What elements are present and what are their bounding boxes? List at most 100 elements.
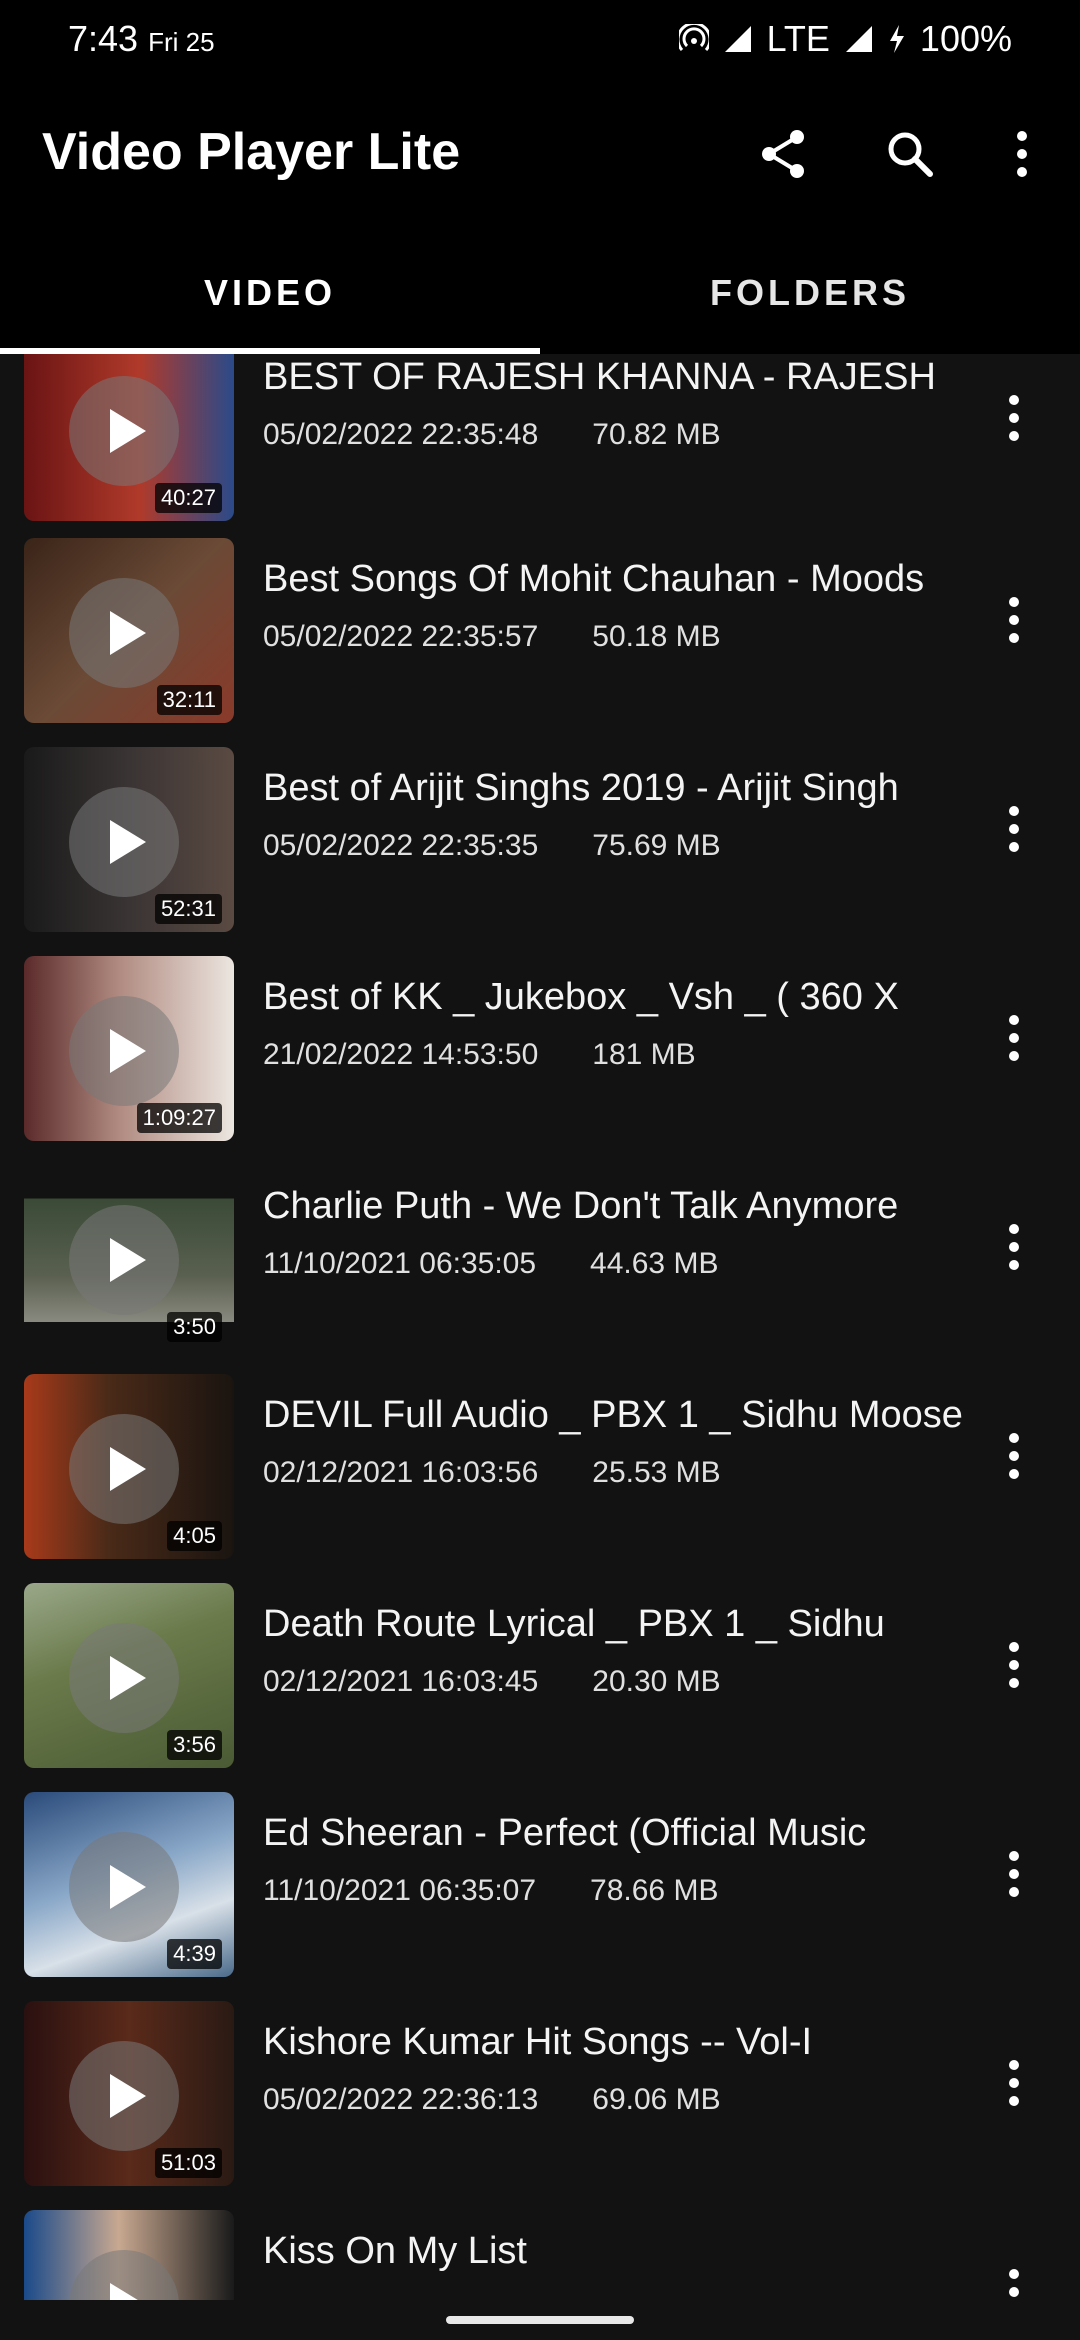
- network-type: LTE: [766, 18, 830, 59]
- more-options-icon[interactable]: [990, 1834, 1038, 1914]
- search-icon[interactable]: [874, 118, 946, 190]
- play-icon: [69, 1832, 179, 1942]
- tab-bar: VIDEO FOLDERS: [0, 232, 1080, 354]
- play-icon: [69, 376, 179, 486]
- more-options-icon[interactable]: [990, 789, 1038, 869]
- status-bar: 7:43 Fri 25 LTE 100%: [0, 0, 1080, 82]
- play-icon: [69, 2041, 179, 2151]
- video-title: Ed Sheeran - Perfect (Official Music: [263, 1812, 867, 1854]
- video-thumbnail[interactable]: 40:27: [24, 354, 234, 521]
- status-date: Fri 25: [148, 27, 215, 57]
- video-date: 05/02/2022 22:36:13: [263, 2083, 539, 2116]
- video-title: BEST OF RAJESH KHANNA - RAJESH: [263, 356, 936, 398]
- home-handle[interactable]: [446, 2316, 634, 2324]
- video-thumbnail[interactable]: [24, 2210, 234, 2300]
- video-thumbnail[interactable]: 3:56: [24, 1583, 234, 1768]
- video-duration: 32:11: [156, 685, 222, 715]
- video-meta: 02/12/2021 16:03:45 20.30 MB: [263, 1665, 721, 1699]
- list-item[interactable]: 4:39 Ed Sheeran - Perfect (Official Musi…: [0, 1792, 1080, 2001]
- more-options-icon[interactable]: [990, 2043, 1038, 2123]
- video-title: Kiss On My List: [263, 2230, 527, 2272]
- video-title: Charlie Puth - We Don't Talk Anymore: [263, 1185, 899, 1227]
- video-duration: 1:09:27: [136, 1103, 222, 1133]
- video-size: 70.82 MB: [592, 418, 721, 451]
- video-meta: 05/02/2022 22:36:13 69.06 MB: [263, 2083, 721, 2117]
- more-options-icon[interactable]: [990, 2252, 1038, 2300]
- list-item[interactable]: 4:05 DEVIL Full Audio _ PBX 1 _ Sidhu Mo…: [0, 1374, 1080, 1583]
- list-item[interactable]: 40:27 BEST OF RAJESH KHANNA - RAJESH 05/…: [0, 354, 1080, 545]
- video-size: 75.69 MB: [592, 829, 721, 862]
- video-date: 21/02/2022 14:53:50: [263, 1038, 539, 1071]
- video-size: 44.63 MB: [590, 1247, 719, 1280]
- video-date: 02/12/2021 16:03:45: [263, 1665, 539, 1698]
- video-title: Best of KK _ Jukebox _ Vsh _ ( 360 X: [263, 976, 899, 1018]
- video-thumbnail[interactable]: 4:39: [24, 1792, 234, 1977]
- video-meta: 05/02/2022 22:35:35 75.69 MB: [263, 829, 721, 863]
- video-size: 69.06 MB: [592, 2083, 721, 2116]
- video-size: 50.18 MB: [592, 620, 721, 653]
- video-duration: 3:56: [167, 1730, 222, 1760]
- video-meta: 05/02/2022 22:35:48 70.82 MB: [263, 418, 721, 452]
- list-item[interactable]: 3:50 Charlie Puth - We Don't Talk Anymor…: [0, 1165, 1080, 1374]
- play-icon: [69, 2250, 179, 2300]
- list-item[interactable]: 52:31 Best of Arijit Singhs 2019 - Ariji…: [0, 747, 1080, 956]
- tab-video[interactable]: VIDEO: [0, 232, 540, 354]
- play-icon: [69, 1623, 179, 1733]
- play-icon: [69, 578, 179, 688]
- list-item[interactable]: 51:03 Kishore Kumar Hit Songs -- Vol-I 0…: [0, 2001, 1080, 2210]
- tab-folders[interactable]: FOLDERS: [540, 232, 1080, 354]
- video-date: 11/10/2021 06:35:05: [263, 1247, 537, 1280]
- more-options-icon[interactable]: [990, 1625, 1038, 1705]
- video-date: 05/02/2022 22:35:35: [263, 829, 539, 862]
- video-title: Death Route Lyrical _ PBX 1 _ Sidhu: [263, 1603, 885, 1645]
- video-thumbnail[interactable]: 32:11: [24, 538, 234, 723]
- play-icon: [69, 996, 179, 1106]
- status-clock: 7:43: [68, 18, 139, 59]
- play-icon: [69, 1414, 179, 1524]
- list-item[interactable]: Kiss On My List: [0, 2210, 1080, 2300]
- app-bar: Video Player Lite: [0, 82, 1080, 232]
- app-title: Video Player Lite: [42, 123, 461, 181]
- video-title: Best Songs Of Mohit Chauhan - Moods: [263, 558, 925, 600]
- video-duration: 4:39: [167, 1939, 222, 1969]
- status-icons: LTE 100%: [678, 18, 1012, 60]
- video-title: Best of Arijit Singhs 2019 - Arijit Sing…: [263, 767, 899, 809]
- play-icon: [69, 1205, 179, 1315]
- more-options-icon[interactable]: [990, 1207, 1038, 1287]
- more-options-icon[interactable]: [990, 998, 1038, 1078]
- signal-icon: [723, 24, 753, 54]
- video-date: 05/02/2022 22:35:48: [263, 418, 539, 451]
- video-meta: 11/10/2021 06:35:07 78.66 MB: [263, 1874, 718, 1908]
- more-options-icon[interactable]: [990, 580, 1038, 660]
- video-title: DEVIL Full Audio _ PBX 1 _ Sidhu Moose: [263, 1394, 963, 1436]
- more-options-icon[interactable]: [990, 378, 1038, 458]
- video-title: Kishore Kumar Hit Songs -- Vol-I: [263, 2021, 813, 2063]
- list-item[interactable]: 3:56 Death Route Lyrical _ PBX 1 _ Sidhu…: [0, 1583, 1080, 1792]
- video-thumbnail[interactable]: 3:50: [24, 1165, 234, 1350]
- gesture-nav-bar: [0, 2300, 1080, 2340]
- video-date: 05/02/2022 22:35:57: [263, 620, 539, 653]
- video-thumbnail[interactable]: 51:03: [24, 2001, 234, 2186]
- share-icon[interactable]: [748, 118, 820, 190]
- battery-level: 100%: [919, 18, 1012, 59]
- video-date: 11/10/2021 06:35:07: [263, 1874, 537, 1907]
- more-options-icon[interactable]: [990, 1416, 1038, 1496]
- video-list[interactable]: 40:27 BEST OF RAJESH KHANNA - RAJESH 05/…: [0, 354, 1080, 2300]
- video-thumbnail[interactable]: 4:05: [24, 1374, 234, 1559]
- more-vert-icon[interactable]: [986, 118, 1058, 190]
- video-size: 20.30 MB: [592, 1665, 721, 1698]
- video-duration: 40:27: [154, 483, 222, 513]
- video-date: 02/12/2021 16:03:56: [263, 1456, 539, 1489]
- video-duration: 52:31: [154, 894, 222, 924]
- video-thumbnail[interactable]: 1:09:27: [24, 956, 234, 1141]
- list-item[interactable]: 1:09:27 Best of KK _ Jukebox _ Vsh _ ( 3…: [0, 956, 1080, 1165]
- video-size: 78.66 MB: [590, 1874, 719, 1907]
- video-thumbnail[interactable]: 52:31: [24, 747, 234, 932]
- video-meta: 05/02/2022 22:35:57 50.18 MB: [263, 620, 721, 654]
- list-item[interactable]: 32:11 Best Songs Of Mohit Chauhan - Mood…: [0, 538, 1080, 747]
- video-meta: 21/02/2022 14:53:50 181 MB: [263, 1038, 696, 1072]
- signal-icon-2: [844, 24, 874, 54]
- video-duration: 3:50: [167, 1312, 222, 1342]
- video-size: 181 MB: [592, 1038, 696, 1071]
- video-meta: 11/10/2021 06:35:05 44.63 MB: [263, 1247, 718, 1281]
